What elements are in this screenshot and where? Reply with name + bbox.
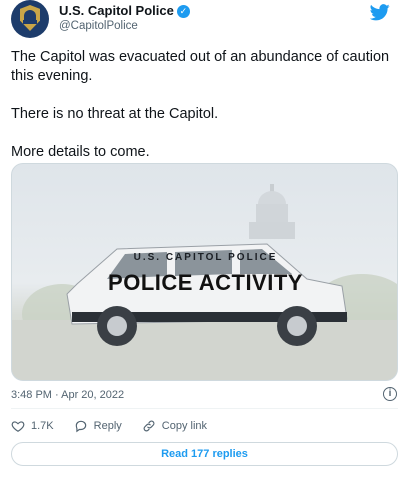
- tweet-actions: 1.7K Reply Copy link: [11, 419, 227, 433]
- tweet-media-image[interactable]: U.S. CAPITOL POLICE POLICE ACTIVITY: [11, 163, 398, 381]
- like-button[interactable]: 1.7K: [11, 419, 54, 433]
- author-handle[interactable]: @CapitolPolice: [59, 19, 190, 33]
- reply-button[interactable]: Reply: [74, 419, 122, 433]
- media-small-label: U.S. CAPITOL POLICE: [133, 252, 278, 263]
- author-names: U.S. Capitol Police ✓ @CapitolPolice: [59, 3, 190, 34]
- link-icon: [143, 420, 155, 432]
- tweet-header: U.S. Capitol Police ✓ @CapitolPolice: [11, 0, 398, 42]
- verified-badge-icon: ✓: [176, 4, 190, 18]
- avatar[interactable]: [11, 0, 49, 38]
- info-icon[interactable]: i: [383, 387, 397, 401]
- tweet-card: U.S. Capitol Police ✓ @CapitolPolice The…: [0, 0, 409, 477]
- tweet-paragraph: The Capitol was evacuated out of an abun…: [11, 49, 390, 84]
- tweet-timestamp[interactable]: 3:48 PM · Apr 20, 2022: [11, 389, 124, 401]
- media-big-label: POLICE ACTIVITY: [108, 270, 303, 295]
- author-display-name[interactable]: U.S. Capitol Police: [59, 3, 174, 19]
- copy-link-label: Copy link: [161, 420, 208, 432]
- like-count: 1.7K: [31, 420, 54, 432]
- tweet-text: The Capitol was evacuated out of an abun…: [11, 48, 396, 162]
- reply-label: Reply: [93, 420, 122, 432]
- divider: [11, 408, 398, 409]
- heart-icon: [11, 421, 25, 432]
- twitter-bird-icon[interactable]: [370, 4, 390, 21]
- read-replies-button[interactable]: Read 177 replies: [11, 442, 398, 466]
- tweet-paragraph: More details to come.: [11, 144, 150, 160]
- author-display-name-row[interactable]: U.S. Capitol Police ✓: [59, 3, 190, 19]
- copy-link-button[interactable]: Copy link: [142, 419, 207, 433]
- reply-bubble-icon: [75, 420, 86, 433]
- tweet-paragraph: There is no threat at the Capitol.: [11, 106, 219, 122]
